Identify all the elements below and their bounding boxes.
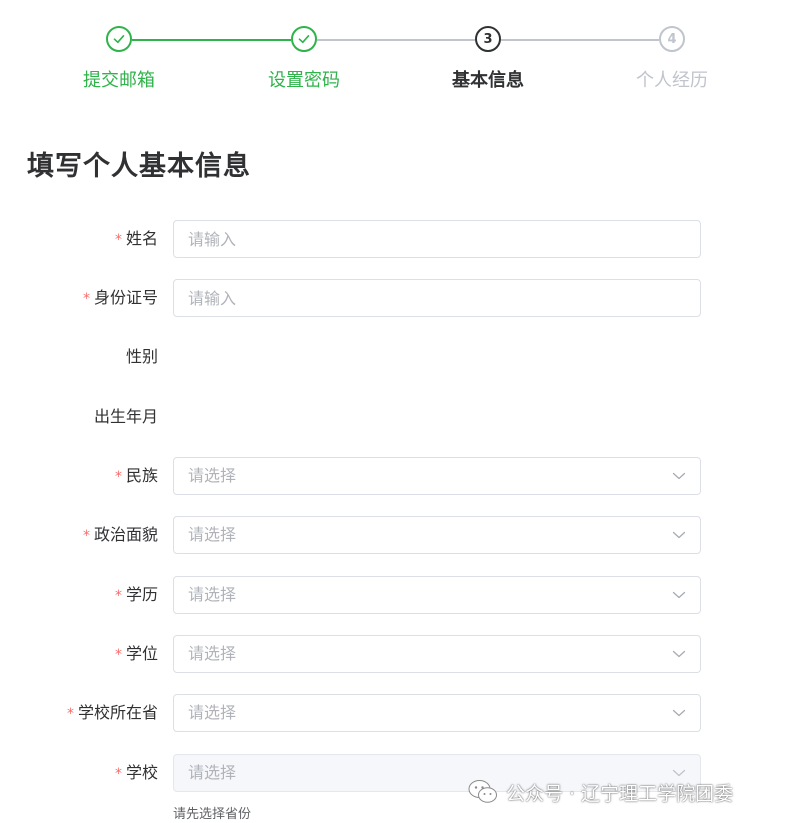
degree-label-text: 学位 <box>125 644 158 663</box>
form-row-degree: * 学位 请选择 <box>0 634 800 674</box>
gender-label: 性别 <box>125 347 158 366</box>
ethnicity-label-text: 民族 <box>125 466 158 485</box>
required-mark: * <box>114 469 122 485</box>
step-connector-2 <box>317 39 475 41</box>
required-mark: * <box>66 706 74 722</box>
wechat-icon <box>468 780 497 803</box>
chevron-down-icon <box>672 709 686 717</box>
degree-placeholder: 请选择 <box>188 644 237 663</box>
chevron-down-icon <box>672 650 686 658</box>
education-label: * 学历 <box>115 575 158 615</box>
name-label-text: 姓名 <box>125 229 158 248</box>
form-row-name: * 姓名 <box>0 219 800 259</box>
step-connector-1 <box>132 39 291 41</box>
id-number-label-text: 身份证号 <box>93 288 158 307</box>
chevron-down-icon <box>672 472 686 480</box>
school-province-placeholder: 请选择 <box>188 703 237 722</box>
ethnicity-placeholder: 请选择 <box>188 466 237 485</box>
school-province-label: * 学校所在省 <box>67 693 158 733</box>
political-select[interactable]: 请选择 <box>173 516 701 554</box>
name-label: * 姓名 <box>115 219 158 259</box>
step-2-check-icon <box>291 26 317 52</box>
form-row-political: * 政治面貌 请选择 <box>0 515 800 555</box>
required-mark: * <box>114 588 122 604</box>
political-placeholder: 请选择 <box>188 525 237 544</box>
step-2-label: 设置密码 <box>268 70 340 91</box>
education-select[interactable]: 请选择 <box>173 576 701 614</box>
form-row-school-province: * 学校所在省 请选择 <box>0 693 800 733</box>
id-number-label: * 身份证号 <box>83 278 158 318</box>
school-province-label-text: 学校所在省 <box>77 703 158 722</box>
form-row-id-number: * 身份证号 <box>0 278 800 318</box>
school-hint: 请先选择省份 <box>173 807 252 822</box>
step-3-label: 基本信息 <box>452 70 524 91</box>
form-row-birth: 出生年月 <box>0 397 800 437</box>
id-number-input-wrapper <box>173 279 701 317</box>
school-label-text: 学校 <box>125 763 158 782</box>
ethnicity-select[interactable]: 请选择 <box>173 457 701 495</box>
watermark: 公众号 · 辽宁理工学院团委 <box>468 776 733 808</box>
name-input-wrapper <box>173 220 701 258</box>
form-row-ethnicity: * 民族 请选择 <box>0 456 800 496</box>
name-input[interactable] <box>174 221 668 257</box>
degree-label: * 学位 <box>115 634 158 674</box>
progress-steps: 3 4 提交邮箱 设置密码 基本信息 个人经历 <box>0 0 800 110</box>
education-placeholder: 请选择 <box>188 585 237 604</box>
school-placeholder: 请选择 <box>188 763 237 782</box>
required-mark: * <box>82 291 90 307</box>
chevron-down-icon <box>672 591 686 599</box>
watermark-text: 公众号 · 辽宁理工学院团委 <box>506 782 734 805</box>
education-label-text: 学历 <box>125 585 158 604</box>
required-mark: * <box>82 528 90 544</box>
school-province-select[interactable]: 请选择 <box>173 694 701 732</box>
step-4-label: 个人经历 <box>636 70 708 91</box>
school-label: * 学校 <box>115 753 158 793</box>
birth-label: 出生年月 <box>93 407 158 426</box>
step-3-number: 3 <box>475 26 501 52</box>
chevron-down-icon <box>672 531 686 539</box>
required-mark: * <box>114 766 122 782</box>
form-row-education: * 学历 请选择 <box>0 575 800 615</box>
step-connector-3 <box>501 39 659 41</box>
degree-select[interactable]: 请选择 <box>173 635 701 673</box>
political-label: * 政治面貌 <box>83 515 158 555</box>
page-title: 填写个人基本信息 <box>27 151 251 182</box>
required-mark: * <box>114 232 122 248</box>
form-row-gender: 性别 <box>0 337 800 377</box>
id-number-input[interactable] <box>174 280 668 316</box>
required-mark: * <box>114 647 122 663</box>
step-1-check-icon <box>106 26 132 52</box>
step-1-label: 提交邮箱 <box>83 70 155 91</box>
step-4-number: 4 <box>659 26 685 52</box>
ethnicity-label: * 民族 <box>115 456 158 496</box>
political-label-text: 政治面貌 <box>93 525 158 544</box>
